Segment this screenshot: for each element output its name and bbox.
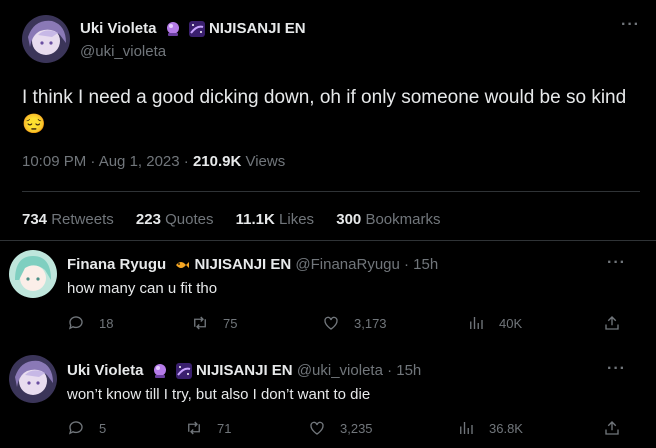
author-org: NIJISANJI EN	[194, 256, 292, 273]
views-label: Views	[241, 153, 286, 170]
author-handle[interactable]: @uki_violeta	[297, 362, 383, 379]
fish-icon	[174, 257, 190, 273]
share-icon	[605, 421, 619, 435]
author-row: Uki Violeta NIJISANJI EN	[80, 20, 306, 38]
retweets-stat[interactable]: 734 Retweets	[22, 211, 132, 228]
avatar[interactable]	[9, 355, 57, 403]
avatar[interactable]	[9, 250, 57, 298]
like-button[interactable]: 3,235	[308, 419, 373, 437]
author-handle[interactable]: @FinanaRyugu	[295, 256, 399, 273]
more-dots-icon[interactable]: ···	[607, 360, 626, 378]
reply-author-row: Finana Ryugu NIJISANJI EN @FinanaRyugu ·…	[67, 256, 438, 273]
reply-button[interactable]: 18	[67, 314, 113, 332]
divider	[22, 191, 640, 192]
tweet-body: I think I need a good dicking down, oh i…	[22, 87, 627, 108]
reply-button[interactable]: 5	[67, 419, 106, 437]
reply-text: how many can u fit tho	[67, 280, 218, 297]
likes-stat[interactable]: 11.1K Likes	[236, 211, 332, 228]
avatar[interactable]	[22, 15, 70, 63]
reply-author-row: Uki Violeta NIJISANJI EN @uki_violeta · …	[67, 362, 421, 380]
crystal-ball-icon	[152, 363, 168, 379]
bookmarks-stat[interactable]: 300 Bookmarks	[336, 211, 458, 228]
views-button[interactable]: 40K	[467, 314, 522, 332]
views-count: 210.9K	[192, 153, 242, 170]
heart-icon	[310, 421, 324, 435]
share-button[interactable]	[603, 419, 635, 437]
author-name[interactable]: Uki Violeta	[67, 362, 143, 379]
divider	[0, 240, 656, 241]
galaxy-icon	[188, 21, 205, 38]
retweet-icon	[194, 316, 206, 330]
more-dots-icon[interactable]: ···	[607, 254, 626, 272]
author-handle[interactable]: @uki_violeta	[80, 43, 166, 60]
like-button[interactable]: 3,173	[322, 314, 387, 332]
reply-icon	[68, 421, 83, 435]
views-icon	[460, 422, 473, 434]
tweet-meta: 10:09 PM · Aug 1, 2023 · 210.9K Views	[22, 153, 285, 170]
more-dots-icon[interactable]: ···	[621, 16, 640, 34]
retweet-icon	[188, 421, 200, 435]
share-button[interactable]	[603, 314, 635, 332]
views-icon	[470, 317, 483, 329]
engagement-stats: 734 Retweets 223 Quotes 11.1K Likes 300 …	[22, 211, 458, 228]
author-name[interactable]: Finana Ryugu	[67, 256, 166, 273]
tweet-text: I think I need a good dicking down, oh i…	[22, 84, 642, 138]
retweet-button[interactable]: 75	[191, 314, 237, 332]
reply-icon	[68, 316, 83, 330]
retweet-button[interactable]: 71	[185, 419, 231, 437]
author-org: NIJISANJI EN	[208, 20, 306, 37]
galaxy-icon	[175, 363, 192, 380]
author-org: NIJISANJI EN	[195, 362, 293, 379]
tweet-time[interactable]: 10:09 PM · Aug 1, 2023 ·	[22, 153, 193, 170]
reply-actions: 18 75 3,173 40K	[67, 314, 639, 336]
quotes-stat[interactable]: 223 Quotes	[136, 211, 232, 228]
reply-time[interactable]: · 15h	[383, 362, 421, 379]
reply-time[interactable]: · 15h	[400, 256, 438, 273]
views-button[interactable]: 36.8K	[457, 419, 523, 437]
crystal-ball-icon	[165, 21, 181, 37]
reply-text: won’t know till I try, but also I don’t …	[67, 386, 371, 403]
author-name[interactable]: Uki Violeta	[80, 20, 156, 37]
heart-icon	[324, 316, 338, 330]
reply-actions: 5 71 3,235 36.8K	[67, 419, 639, 441]
pensive-emoji: 😔	[22, 114, 46, 135]
share-icon	[605, 316, 619, 330]
